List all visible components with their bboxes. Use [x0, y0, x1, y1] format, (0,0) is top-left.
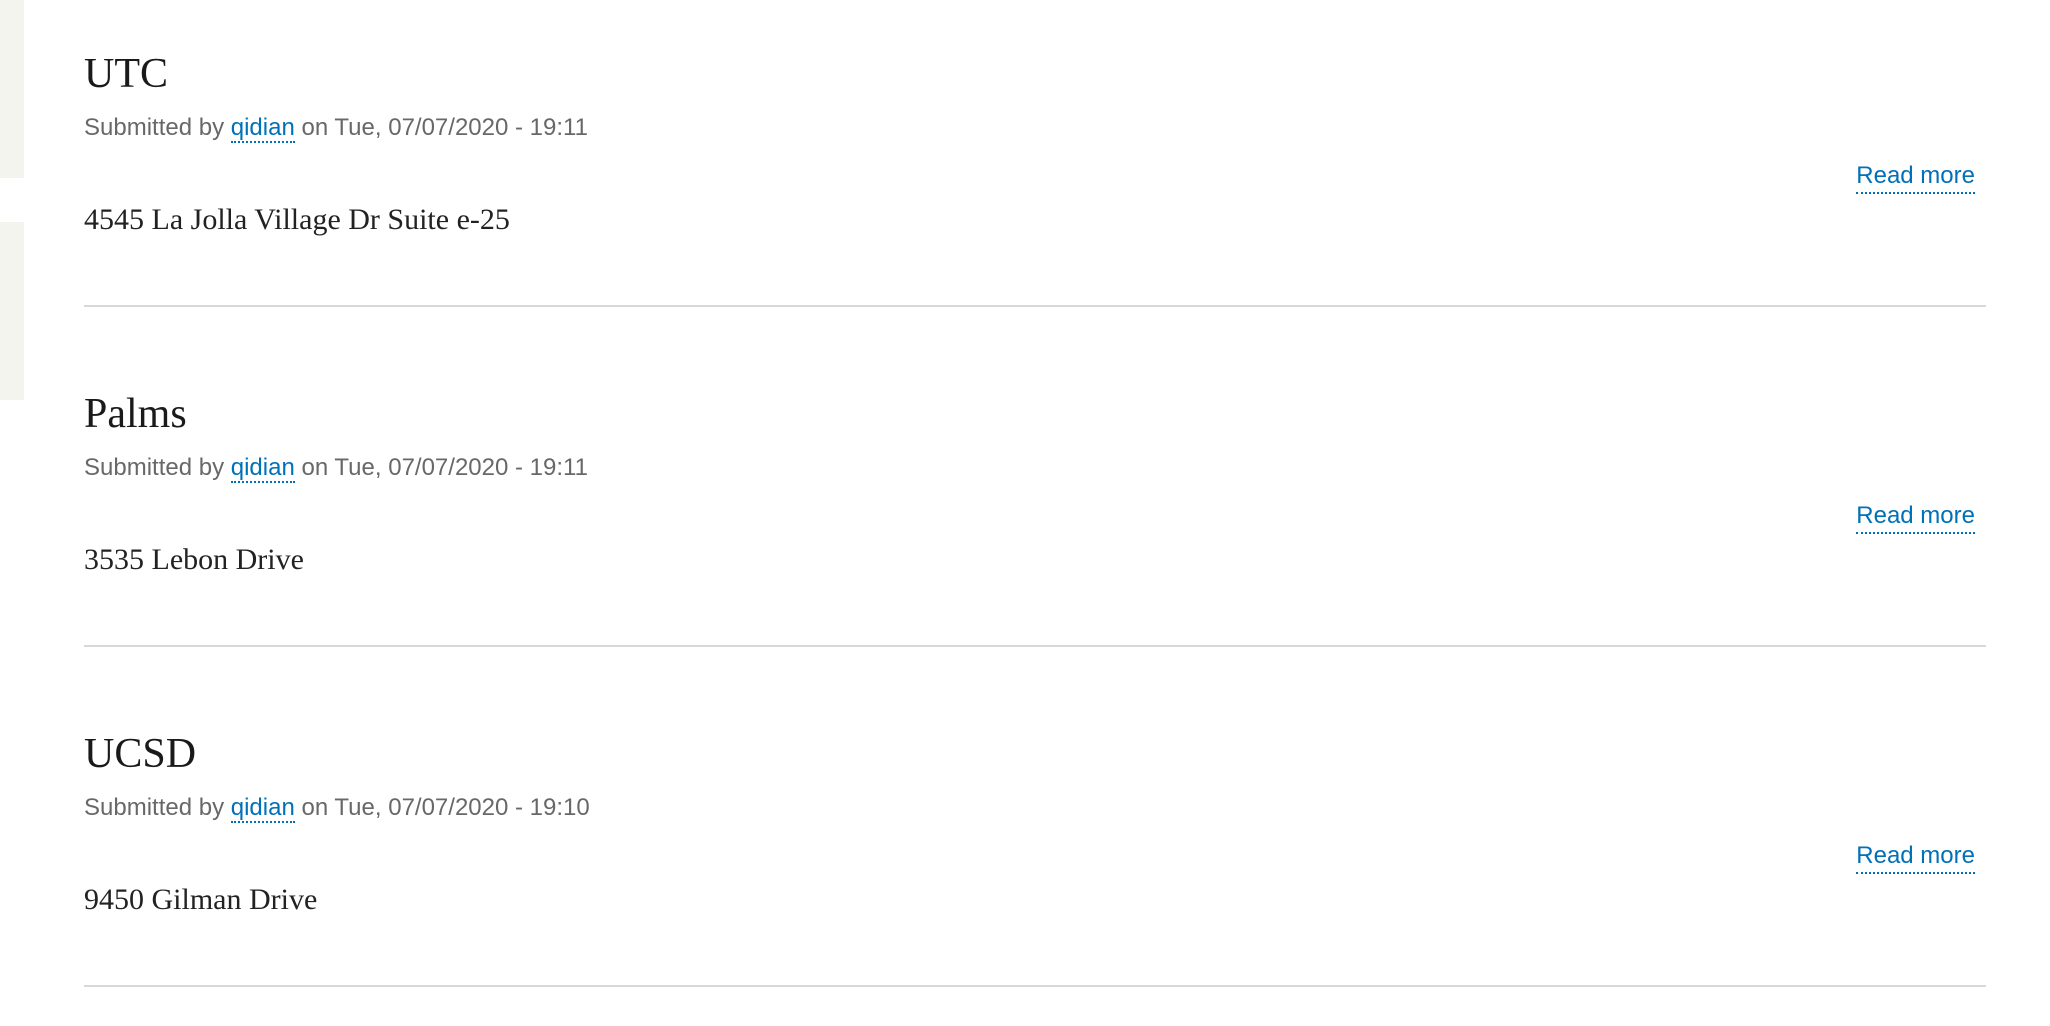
submitted-line: Submitted by qidian on Tue, 07/07/2020 -…: [84, 792, 590, 824]
node-title[interactable]: Palms: [84, 388, 187, 440]
submitted-prefix: Submitted by: [84, 114, 225, 141]
read-more-link[interactable]: Read more: [1856, 500, 1975, 534]
node-address: 3535 Lebon Drive: [84, 543, 304, 576]
submitted-date: on Tue, 07/07/2020 - 19:10: [301, 794, 590, 821]
submitted-date: on Tue, 07/07/2020 - 19:11: [301, 114, 588, 141]
author-link[interactable]: qidian: [230, 114, 295, 143]
read-more-link[interactable]: Read more: [1856, 840, 1975, 874]
sidebar-edge: [0, 222, 24, 400]
divider: [84, 645, 1986, 647]
node-teaser-palms: Palms Submitted by qidian on Tue, 07/07/…: [84, 340, 1986, 680]
submitted-prefix: Submitted by: [84, 454, 225, 481]
node-title[interactable]: UCSD: [84, 728, 196, 780]
divider: [84, 985, 1986, 987]
author-link[interactable]: qidian: [230, 454, 295, 483]
submitted-date: on Tue, 07/07/2020 - 19:11: [301, 454, 588, 481]
submitted-prefix: Submitted by: [84, 794, 225, 821]
node-address: 4545 La Jolla Village Dr Suite e-25: [84, 203, 510, 236]
node-address: 9450 Gilman Drive: [84, 883, 318, 916]
sidebar-edge: [0, 0, 24, 178]
node-teaser-ucsd: UCSD Submitted by qidian on Tue, 07/07/2…: [84, 680, 1986, 1020]
divider: [84, 305, 1986, 307]
node-title[interactable]: UTC: [84, 48, 168, 100]
node-teaser-utc: UTC Submitted by qidian on Tue, 07/07/20…: [84, 0, 1986, 340]
read-more-link[interactable]: Read more: [1856, 160, 1975, 194]
author-link[interactable]: qidian: [230, 794, 295, 823]
submitted-line: Submitted by qidian on Tue, 07/07/2020 -…: [84, 452, 588, 484]
submitted-line: Submitted by qidian on Tue, 07/07/2020 -…: [84, 112, 588, 144]
